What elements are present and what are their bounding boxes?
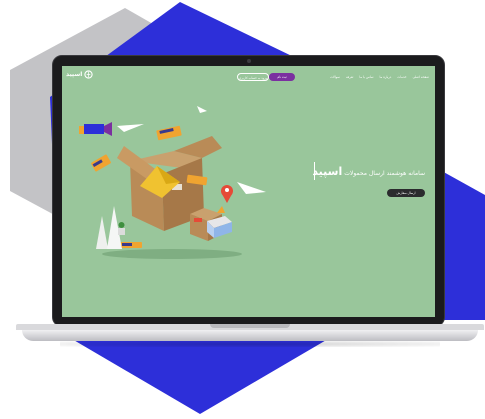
hero-title: اسپید سامانه هوشمند ارسال محمولات xyxy=(312,165,425,178)
paper-plane-icon xyxy=(117,124,144,132)
laptop-screen: اسپید ورود به حساب کاربری ثبت نام صفحه ا… xyxy=(62,66,435,317)
plant-pot-icon xyxy=(118,222,125,235)
webcam-icon xyxy=(247,59,251,63)
laptop-shadow xyxy=(60,341,440,347)
hero-illustration xyxy=(79,106,266,259)
robot-hand-icon xyxy=(79,122,112,136)
laptop-hinge-notch xyxy=(210,324,290,328)
cta-button[interactable]: ارسال سفارش xyxy=(387,189,425,197)
hero-brand-word: اسپید xyxy=(312,165,343,178)
traffic-cone-icon xyxy=(96,216,108,249)
laptop-base xyxy=(16,324,484,341)
location-pin-icon xyxy=(221,185,233,203)
laptop-lid: اسپید ورود به حساب کاربری ثبت نام صفحه ا… xyxy=(52,55,445,327)
hero-slogan: سامانه هوشمند ارسال محمولات xyxy=(344,170,425,177)
